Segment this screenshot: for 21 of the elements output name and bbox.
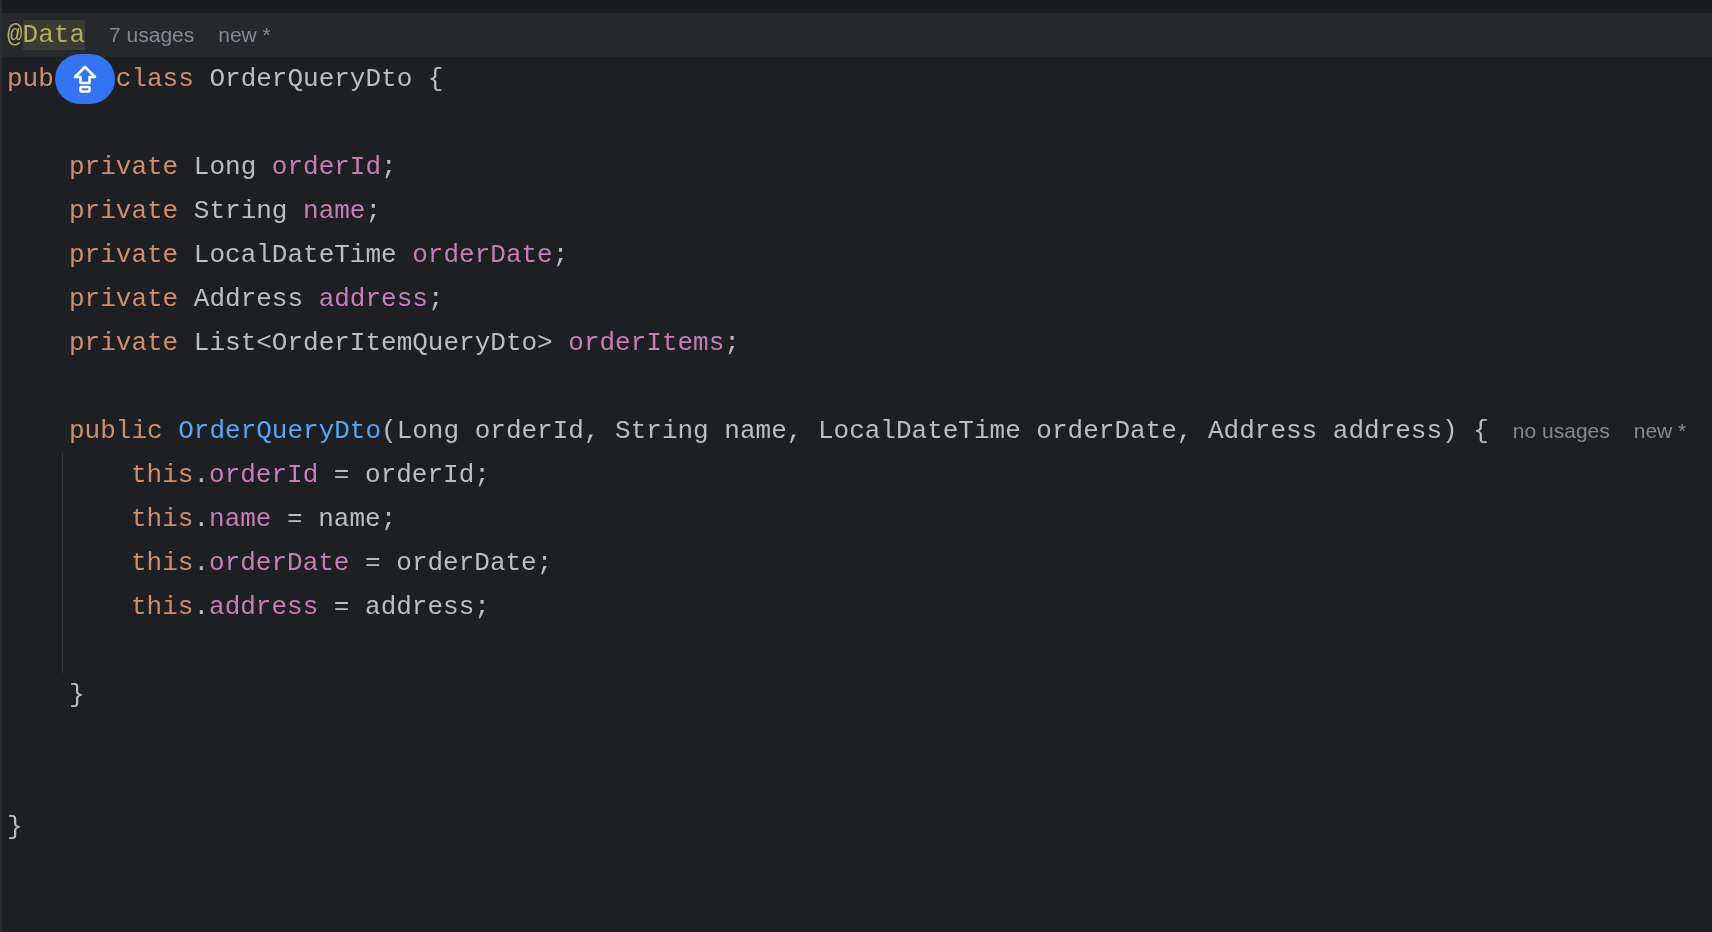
upload-badge[interactable] xyxy=(54,54,115,104)
code-text: public OrderQueryDto(Long orderId, String name, LocalDateTime orderDate, Address address) { xyxy=(69,416,1489,446)
code-text: private String name; xyxy=(69,196,382,226)
usage-hint[interactable]: 7 usages xyxy=(109,23,195,47)
code-text: private Long orderId; xyxy=(69,152,397,182)
code-text: this.orderId = orderId; xyxy=(131,460,490,490)
code-text: } xyxy=(69,680,85,710)
usage-hint[interactable]: no usages xyxy=(1512,419,1610,443)
code-text: this.orderDate = orderDate; xyxy=(131,548,553,578)
code-text: pub xyxy=(7,64,54,94)
code-text: class OrderQueryDto { xyxy=(115,64,444,94)
code-text: @Data xyxy=(7,20,86,50)
code-text: this.address = address; xyxy=(131,592,490,622)
code-text: this.name = name; xyxy=(131,504,397,534)
code-text: private List<OrderItemQueryDto> orderItems; xyxy=(69,328,740,358)
arrow-up-icon xyxy=(71,64,98,94)
code-text: } xyxy=(7,812,23,842)
usage-hint[interactable]: new * xyxy=(218,23,271,47)
usage-hint[interactable]: new * xyxy=(1633,419,1687,443)
code-text: private LocalDateTime orderDate; xyxy=(69,240,569,270)
code-text: private Address address; xyxy=(69,284,444,314)
